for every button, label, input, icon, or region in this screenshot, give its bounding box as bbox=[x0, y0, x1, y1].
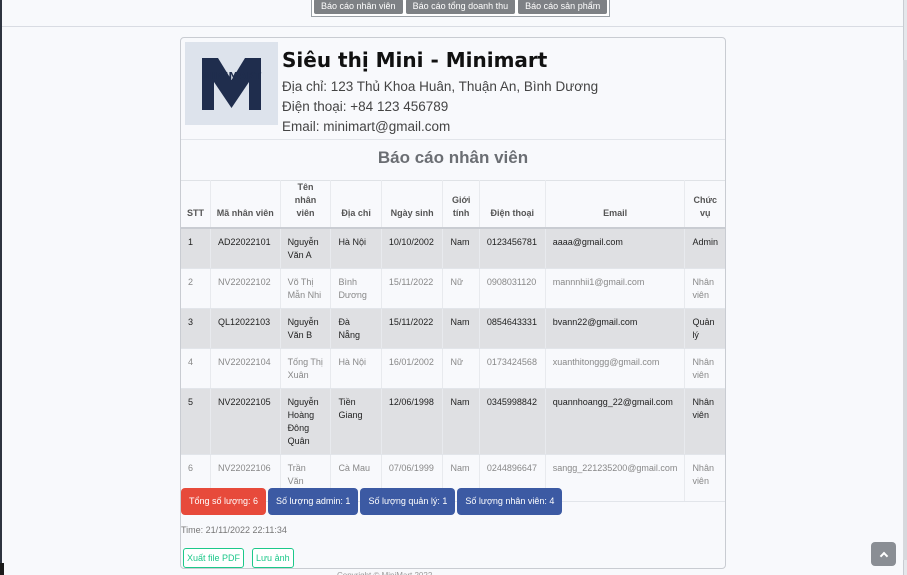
cell-role: Quản lý bbox=[684, 308, 725, 349]
page-scrollbar[interactable] bbox=[903, 60, 907, 560]
cell-employee-name: Võ Thị Mẫn Nhi bbox=[280, 268, 332, 309]
header-phone[interactable]: Điện thoại bbox=[479, 180, 546, 229]
table-row: 4 NV22022104 Tống Thị Xuân Hà Nội 16/01/… bbox=[181, 348, 725, 389]
cell-role: Nhân viên bbox=[684, 454, 725, 502]
cell-phone: 0123456781 bbox=[479, 228, 546, 269]
cell-birthdate: 16/01/2002 bbox=[381, 348, 444, 389]
cell-gender: Nam bbox=[442, 388, 480, 455]
table-row: 3 QL12022103 Nguyễn Văn B Đà Nẵng 15/11/… bbox=[181, 308, 725, 349]
cell-phone: 0854643331 bbox=[479, 308, 546, 349]
cell-email: quannhoangg_22@gmail.com bbox=[545, 388, 686, 455]
store-email: Email: minimart@gmail.com bbox=[282, 119, 451, 134]
cell-email: bvann22@gmail.com bbox=[545, 308, 686, 349]
divider bbox=[181, 139, 725, 140]
cell-birthdate: 10/10/2002 bbox=[381, 228, 444, 269]
cell-address: Bình Dương bbox=[330, 268, 382, 309]
cell-role: Nhân viên bbox=[684, 388, 725, 455]
cell-employee-id: AD22022101 bbox=[210, 228, 281, 269]
header-employee-id[interactable]: Mã nhân viên bbox=[210, 180, 281, 229]
save-image-button[interactable]: Lưu ảnh bbox=[252, 548, 294, 568]
cell-stt: 3 bbox=[181, 308, 212, 349]
table-row: 1 AD22022101 Nguyễn Văn A Hà Nội 10/10/2… bbox=[181, 228, 725, 269]
badge-manager-count: Số lượng quản lý: 1 bbox=[360, 488, 456, 515]
export-pdf-button[interactable]: Xuất file PDF bbox=[183, 548, 245, 568]
chevron-up-icon bbox=[879, 551, 888, 560]
store-logo: MINIMART bbox=[185, 42, 278, 125]
cell-employee-name: Nguyễn Văn A bbox=[280, 228, 332, 269]
header-email[interactable]: Email bbox=[545, 180, 686, 229]
top-bar: Báo cáo nhân viên Báo cáo tổng doanh thu… bbox=[2, 0, 903, 27]
header-birthdate[interactable]: Ngày sinh bbox=[381, 180, 444, 229]
header-address[interactable]: Địa chỉ bbox=[330, 180, 382, 229]
cell-employee-name: Nguyễn Văn B bbox=[280, 308, 332, 349]
cell-birthdate: 12/06/1998 bbox=[381, 388, 444, 455]
cell-gender: Nam bbox=[442, 228, 480, 269]
table-row: 2 NV22022102 Võ Thị Mẫn Nhi Bình Dương 1… bbox=[181, 268, 725, 309]
badge-staff-count: Số lượng nhân viên: 4 bbox=[457, 488, 563, 515]
tab-revenue-report[interactable]: Báo cáo tổng doanh thu bbox=[405, 0, 516, 14]
header-stt[interactable]: STT bbox=[181, 180, 212, 229]
cell-address: Hà Nội bbox=[330, 228, 382, 269]
badge-total-count: Tổng số lượng: 6 bbox=[181, 488, 266, 515]
cell-birthdate: 15/11/2022 bbox=[381, 308, 444, 349]
action-buttons: Xuất file PDF Lưu ảnh bbox=[183, 548, 294, 568]
badge-admin-count: Số lượng admin: 1 bbox=[267, 488, 359, 515]
cell-address: Tiền Giang bbox=[330, 388, 382, 455]
cell-employee-id: QL12022103 bbox=[210, 308, 281, 349]
store-address: Địa chỉ: 123 Thủ Khoa Huân, Thuận An, Bì… bbox=[282, 79, 599, 94]
cell-role: Nhân viên bbox=[684, 268, 725, 309]
logo-text: MINIMART bbox=[201, 71, 262, 82]
tab-employee-report[interactable]: Báo cáo nhân viên bbox=[314, 0, 403, 14]
report-timestamp: Time: 21/11/2022 22:11:34 bbox=[181, 525, 287, 535]
cell-employee-name: Nguyễn Hoàng Đông Quân bbox=[280, 388, 332, 455]
summary-badges: Tổng số lượng: 6 Số lượng admin: 1 Số lư… bbox=[181, 488, 563, 515]
header-employee-name[interactable]: Tên nhân viên bbox=[280, 180, 332, 229]
cell-email: mannnhii1@gmail.com bbox=[545, 268, 686, 309]
cell-employee-id: NV22022104 bbox=[210, 348, 281, 389]
cell-role: Admin bbox=[684, 228, 725, 269]
cell-gender: Nam bbox=[442, 308, 480, 349]
tab-product-report[interactable]: Báo cáo sản phẩm bbox=[518, 0, 608, 14]
cell-email: aaaa@gmail.com bbox=[545, 228, 686, 269]
cell-gender: Nữ bbox=[442, 348, 480, 389]
window-edge-left bbox=[0, 0, 2, 575]
report-card: MINIMART Siêu thị Mini - Minimart Địa ch… bbox=[180, 37, 726, 569]
employee-table: STT Mã nhân viên Tên nhân viên Địa chỉ N… bbox=[181, 180, 725, 502]
cell-address: Đà Nẵng bbox=[330, 308, 382, 349]
cell-role: Nhân viên bbox=[684, 348, 725, 389]
footer-copyright: Copyright © MiniMart 2022 bbox=[337, 569, 432, 575]
header-role[interactable]: Chức vụ bbox=[684, 180, 725, 229]
cell-employee-id: NV22022102 bbox=[210, 268, 281, 309]
store-name: Siêu thị Mini - Minimart bbox=[282, 48, 548, 72]
table-header-row: STT Mã nhân viên Tên nhân viên Địa chỉ N… bbox=[181, 180, 725, 229]
cell-stt: 4 bbox=[181, 348, 212, 389]
cell-birthdate: 15/11/2022 bbox=[381, 268, 444, 309]
store-info: Siêu thị Mini - Minimart Địa chỉ: 123 Th… bbox=[282, 48, 598, 135]
cell-email: xuanthitonggg@gmail.com bbox=[545, 348, 686, 389]
cell-phone: 0345998842 bbox=[479, 388, 546, 455]
report-title: Báo cáo nhân viên bbox=[377, 148, 529, 167]
cell-employee-id: NV22022105 bbox=[210, 388, 281, 455]
cell-stt: 2 bbox=[181, 268, 212, 309]
cell-employee-name: Tống Thị Xuân bbox=[280, 348, 332, 389]
taskbar-edge bbox=[0, 563, 4, 575]
cell-phone: 0173424568 bbox=[479, 348, 546, 389]
logo-m-mark bbox=[202, 58, 261, 110]
store-phone: Điện thoại: +84 123 456789 bbox=[282, 99, 449, 114]
header-gender[interactable]: Giới tính bbox=[442, 180, 480, 229]
table-row: 5 NV22022105 Nguyễn Hoàng Đông Quân Tiền… bbox=[181, 388, 725, 455]
report-tabs: Báo cáo nhân viên Báo cáo tổng doanh thu… bbox=[311, 0, 611, 17]
scroll-to-top-button[interactable] bbox=[871, 542, 896, 566]
cell-address: Hà Nội bbox=[330, 348, 382, 389]
cell-email: sangg_221235200@gmail.com bbox=[545, 454, 686, 502]
cell-gender: Nữ bbox=[442, 268, 480, 309]
cell-stt: 5 bbox=[181, 388, 212, 455]
cell-phone: 0908031120 bbox=[479, 268, 546, 309]
cell-stt: 1 bbox=[181, 228, 212, 269]
